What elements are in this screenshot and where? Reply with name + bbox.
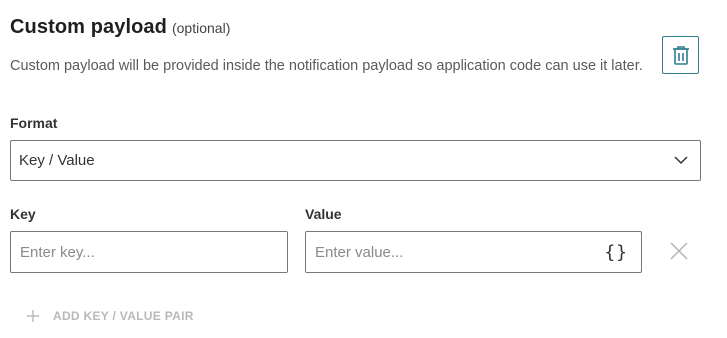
section-title: Custom payload <box>10 16 167 38</box>
format-selected-value: Key / Value <box>19 152 95 169</box>
key-label: Key <box>10 206 36 222</box>
value-input[interactable] <box>306 232 605 272</box>
braces-icon[interactable]: {} <box>604 242 628 263</box>
value-input-wrapper: {} <box>305 231 642 273</box>
format-select[interactable]: Key / Value <box>10 140 701 181</box>
format-label: Format <box>10 115 58 131</box>
chevron-down-icon <box>674 156 688 165</box>
value-label: Value <box>305 206 342 222</box>
trash-icon <box>672 46 689 65</box>
key-input[interactable] <box>11 232 287 272</box>
add-key-value-pair-button[interactable]: ADD KEY / VALUE PAIR <box>26 309 194 323</box>
add-pair-label: ADD KEY / VALUE PAIR <box>53 309 194 323</box>
key-input-wrapper <box>10 231 288 273</box>
delete-payload-button[interactable] <box>662 36 699 74</box>
plus-icon <box>27 310 39 322</box>
close-icon[interactable] <box>669 241 689 261</box>
section-header: Custom payload (optional) <box>10 16 230 39</box>
section-description: Custom payload will be provided inside t… <box>10 58 643 74</box>
optional-tag: (optional) <box>171 20 231 36</box>
